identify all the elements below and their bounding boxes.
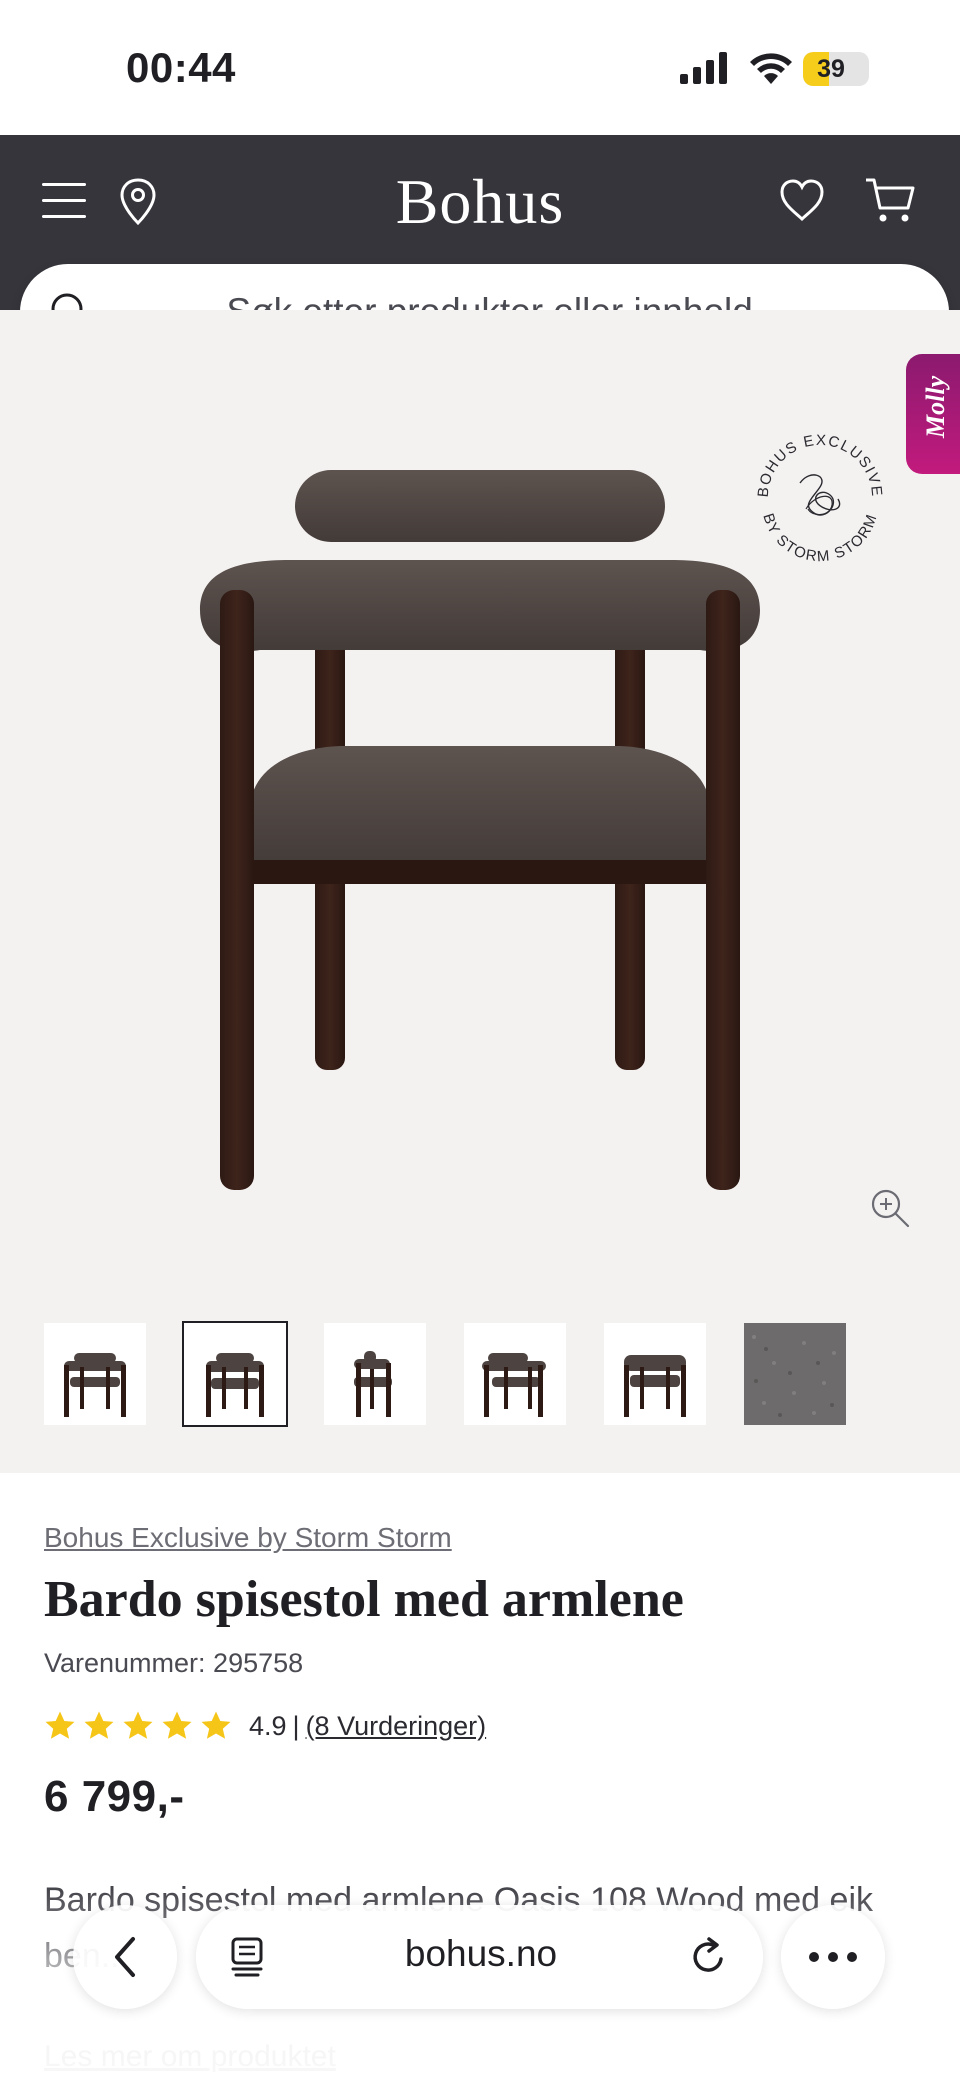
star-icon (84, 1711, 114, 1739)
back-icon (115, 1937, 135, 1977)
tabs-icon[interactable] (228, 1935, 268, 1979)
cellular-signal-icon (680, 52, 727, 84)
rating-stars (44, 1710, 239, 1742)
rating-value: 4.9 (249, 1710, 287, 1741)
molly-label: Molly (921, 375, 950, 438)
product-rating: 4.9 | (8 Vurderinger) (44, 1706, 486, 1746)
product-gallery: BOHUS EXCLUSIVE BY STORM STORM (0, 310, 960, 1473)
site-logo[interactable]: Bohus (330, 165, 630, 239)
thumbnail-2[interactable] (182, 1321, 288, 1427)
url-text[interactable]: bohus.no (296, 1933, 666, 1975)
product-title: Bardo spisestol med armlene (44, 1571, 684, 1628)
star-icon (123, 1711, 153, 1739)
star-icon (201, 1711, 231, 1739)
star-icon (162, 1711, 192, 1739)
star-icon (45, 1711, 75, 1739)
product-image-chair[interactable] (180, 470, 780, 1190)
wifi-icon (750, 53, 792, 84)
thumbnail-6-fabric[interactable] (744, 1323, 846, 1425)
thumbnail-3[interactable] (324, 1323, 426, 1425)
molly-chat-tab[interactable]: Molly (906, 354, 960, 474)
thumbnail-1[interactable] (44, 1323, 146, 1425)
browser-back-button[interactable] (73, 1905, 177, 2009)
thumbnail-4[interactable] (464, 1323, 566, 1425)
location-pin-icon[interactable] (118, 177, 158, 227)
battery-level: 39 (817, 55, 845, 83)
status-bar: 00:44 39 (0, 0, 960, 135)
thumbnail-5[interactable] (604, 1323, 706, 1425)
browser-more-button[interactable] (781, 1905, 885, 2009)
reviews-link[interactable]: (8 Vurderinger) (306, 1711, 487, 1742)
product-sku: Varenummer: 295758 (44, 1648, 304, 1678)
zoom-in-icon[interactable] (868, 1186, 912, 1230)
rating-separator: | (292, 1710, 300, 1741)
cart-icon[interactable] (864, 175, 916, 225)
browser-address-bar[interactable]: bohus.no (196, 1905, 763, 2009)
heart-icon[interactable] (778, 177, 826, 223)
menu-icon[interactable] (42, 183, 86, 219)
status-time: 00:44 (126, 44, 236, 91)
product-price: 6 799,- (44, 1772, 185, 1821)
reload-icon[interactable] (688, 1935, 730, 1979)
more-icon (809, 1952, 857, 1962)
read-more-link[interactable]: Les mer om produktet (44, 2040, 336, 2074)
brand-link[interactable]: Bohus Exclusive by Storm Storm (44, 1522, 452, 1554)
battery-indicator: 39 (803, 52, 869, 86)
